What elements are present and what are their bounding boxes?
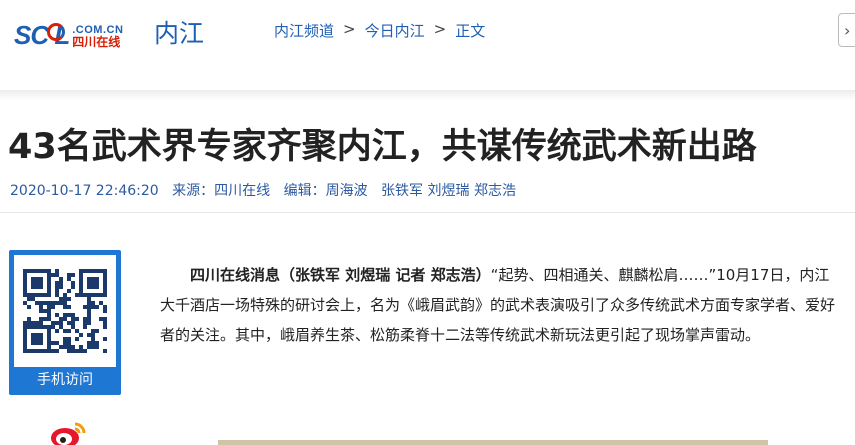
search-input[interactable]: › [838,13,855,47]
article-paragraph: 四川在线消息（张铁军 刘煜瑞 记者 郑志浩）“起势、四相通关、麒麟松肩……”10… [160,260,840,350]
publish-datetime: 2020-10-17 22:46:20 [10,183,159,199]
article-authors: 张铁军 刘煜瑞 郑志浩 [381,183,516,199]
article-image [218,440,768,445]
breadcrumb-item-channel[interactable]: 内江频道 [274,20,334,41]
chevron-icon: › [844,21,851,40]
article-title: 43名武术界专家齐聚内江，共谋传统武术新出路 [8,127,757,167]
mobile-qr-card[interactable]: 手机访问 [9,250,121,395]
meta-divider [0,212,855,213]
breadcrumb-separator: > [433,20,447,38]
qr-code-icon [23,269,107,353]
header-shadow [0,90,855,100]
channel-name[interactable]: 内江 [154,14,204,50]
breadcrumb: 内江频道 > 今日内江 > 正文 [274,20,485,41]
article-lead: 四川在线消息（张铁军 刘煜瑞 记者 郑志浩） [190,266,491,284]
logo-circle-icon [47,23,65,41]
qr-code-frame [14,255,116,367]
breadcrumb-item-today[interactable]: 今日内江 [365,20,425,41]
article-meta: 2020-10-17 22:46:20 来源：四川在线 编辑：周海波 张铁军 刘… [10,180,525,200]
article-source: 来源：四川在线 [172,183,271,199]
breadcrumb-item-current: 正文 [455,22,486,40]
qr-label: 手机访问 [37,372,93,388]
breadcrumb-separator: > [343,20,356,38]
weibo-icon[interactable] [48,418,88,445]
scol-logo[interactable]: SC L .COM.CN 四川在线 [14,18,123,48]
article-editor: 编辑：周海波 [283,183,368,199]
article-body: 四川在线消息（张铁军 刘煜瑞 记者 郑志浩）“起势、四相通关、麒麟松肩……”10… [160,260,840,350]
logo-chinese: 四川在线 [72,35,121,49]
site-header: SC L .COM.CN 四川在线 内江 内江频道 > 今日内江 > 正文 › [0,0,855,90]
